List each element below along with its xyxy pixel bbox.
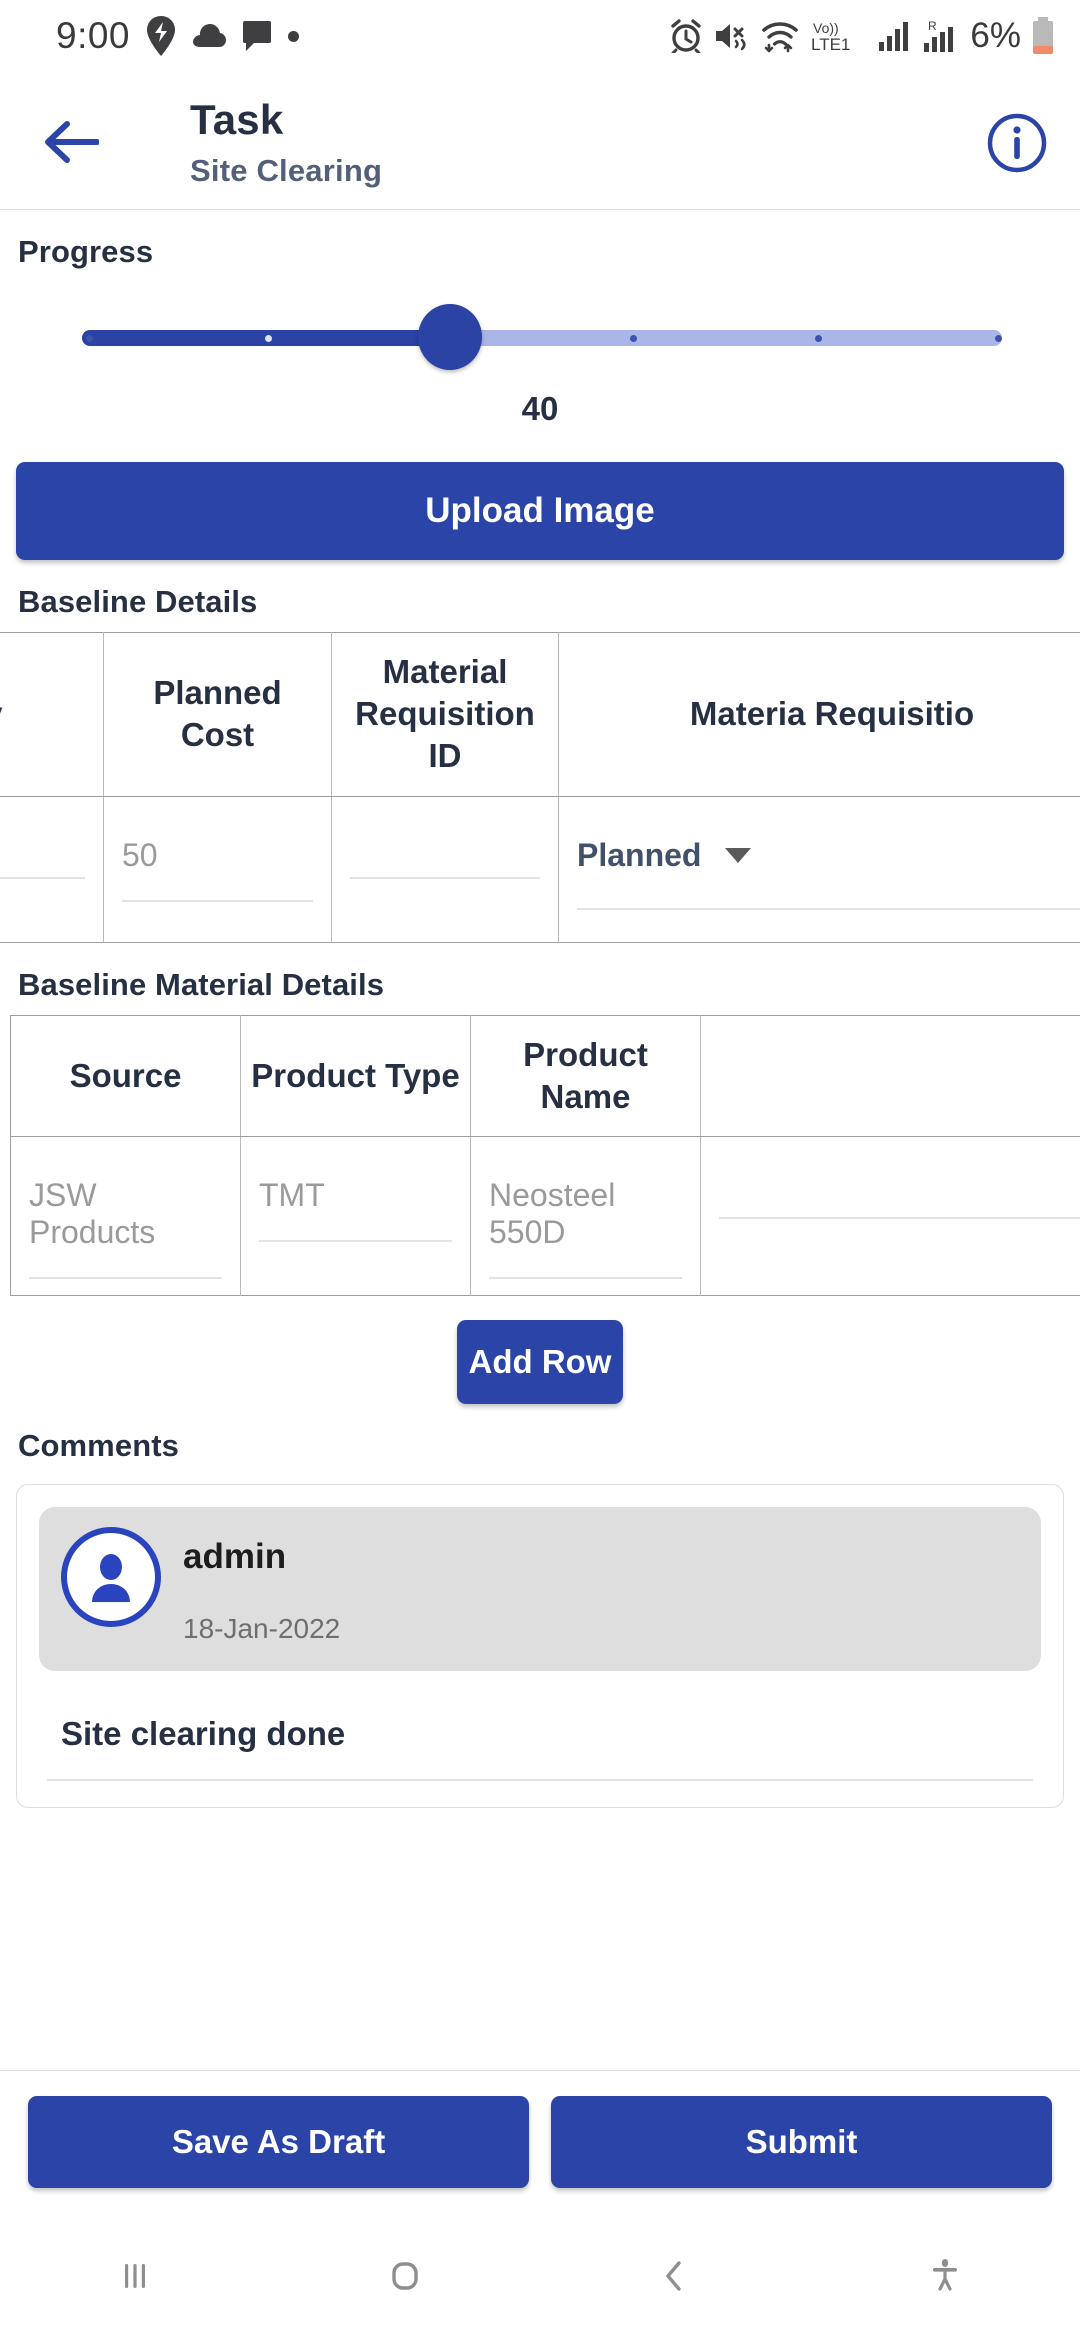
slider-tick-25 <box>265 335 272 342</box>
accessibility-icon <box>933 2259 957 2291</box>
cell-overflow[interactable] <box>700 1136 1080 1296</box>
cell-material-requisition-id[interactable] <box>331 796 559 943</box>
progress-section-label: Progress <box>18 234 154 269</box>
accessibility-button[interactable] <box>885 2231 1005 2321</box>
save-as-draft-button[interactable]: Save As Draft <box>28 2095 529 2188</box>
location-pin-icon <box>147 16 176 56</box>
recent-apps-button[interactable] <box>75 2231 195 2321</box>
comment-text-input[interactable]: Site clearing done <box>47 1671 1033 1782</box>
back-chevron-icon <box>666 2261 681 2291</box>
recent-apps-icon <box>125 2264 145 2288</box>
slider-tick-0 <box>86 335 93 342</box>
baseline-details-label: Baseline Details <box>18 584 258 619</box>
status-bar: 9:00 Vo)) LTE1 R 6% <box>0 0 1080 72</box>
battery-percent-label: 6% <box>970 16 1021 55</box>
slider-tick-75 <box>815 335 822 342</box>
column-header-product-type: Product Type <box>240 1015 471 1138</box>
cloud-icon <box>193 24 227 47</box>
table-header-row: Source Product Type Product Name <box>10 1015 1080 1138</box>
product-type-input[interactable]: TMT <box>259 1177 452 1243</box>
baseline-material-table-scroll[interactable]: Source Product Type Product Name JSW Pro… <box>0 1014 1080 1297</box>
volte-icon: Vo)) LTE1 <box>811 20 850 54</box>
submit-button[interactable]: Submit <box>551 2095 1052 2188</box>
home-icon <box>392 2262 418 2290</box>
chevron-down-icon <box>725 847 752 863</box>
column-header-material-requisition-id: Material Requisition ID <box>331 632 559 797</box>
wifi-icon <box>762 22 799 53</box>
cell-delay[interactable] <box>0 796 104 943</box>
info-circle-icon <box>987 113 1047 173</box>
header-text-block: Task Site Clearing <box>190 94 382 189</box>
svg-text:Vo)): Vo)) <box>813 20 839 36</box>
baseline-details-table-scroll[interactable]: lay Planned Cost Material Requisition ID… <box>0 632 1080 943</box>
baseline-material-table: Source Product Type Product Name JSW Pro… <box>10 1014 1080 1297</box>
home-button[interactable] <box>345 2231 465 2321</box>
comments-section-label: Comments <box>18 1428 179 1464</box>
product-name-input[interactable]: Neosteel 550D <box>489 1177 682 1280</box>
cell-source[interactable]: JSW Products <box>10 1136 241 1296</box>
scroll-content: Progress 40 Upload Image Baseline Detail… <box>0 210 1080 1809</box>
material-requisition-status-dropdown[interactable]: Planned <box>577 837 1080 910</box>
baseline-details-table: lay Planned Cost Material Requisition ID… <box>0 632 1080 943</box>
avatar <box>61 1527 161 1628</box>
chat-bubble-icon <box>243 21 272 51</box>
slider-tick-50 <box>630 335 637 342</box>
delay-input[interactable] <box>0 837 85 879</box>
page-title: Task <box>190 96 284 143</box>
planned-cost-input[interactable]: 50 <box>122 837 313 902</box>
table-row: JSW Products TMT Neosteel 550D <box>10 1136 1080 1296</box>
dot-icon <box>288 30 300 42</box>
svg-text:LTE1: LTE1 <box>811 35 850 54</box>
upload-image-button[interactable]: Upload Image <box>16 462 1064 560</box>
slider-thumb[interactable] <box>418 304 482 370</box>
comment-meta: admin 18-Jan-2022 <box>183 1527 340 1645</box>
cell-product-type[interactable]: TMT <box>240 1136 471 1296</box>
material-requisition-id-input[interactable] <box>350 837 540 879</box>
table-row: 50 Planned <box>0 796 1080 943</box>
source-input[interactable]: JSW Products <box>29 1177 222 1280</box>
app-header: Task Site Clearing <box>0 72 1080 210</box>
battery-icon <box>1033 17 1053 54</box>
table-header-row: lay Planned Cost Material Requisition ID… <box>0 632 1080 797</box>
comments-card: admin 18-Jan-2022 Site clearing done <box>16 1484 1064 1809</box>
bottom-action-bar: Save As Draft Submit <box>0 2070 1080 2212</box>
arrow-left-icon <box>45 121 99 163</box>
back-button-nav[interactable] <box>615 2231 735 2321</box>
status-bar-left: 9:00 <box>56 15 300 57</box>
dropdown-selected-value: Planned <box>577 836 702 873</box>
mute-vibrate-icon <box>716 24 746 51</box>
comment-header: admin 18-Jan-2022 <box>39 1507 1041 1672</box>
alarm-icon <box>671 19 702 53</box>
info-button[interactable] <box>986 112 1048 174</box>
page-subtitle: Site Clearing <box>190 152 383 188</box>
cell-product-name[interactable]: Neosteel 550D <box>470 1136 701 1296</box>
column-header-product-name: Product Name <box>470 1015 701 1138</box>
cell-material-requisition-status[interactable]: Planned <box>558 796 1080 943</box>
column-header-source: Source <box>10 1015 241 1138</box>
svg-text:R: R <box>928 19 937 33</box>
status-bar-clock: 9:00 <box>56 15 131 56</box>
roaming-signal-icon: R <box>924 19 954 52</box>
progress-slider[interactable] <box>0 282 1080 398</box>
column-header-delay: lay <box>0 632 104 797</box>
back-button[interactable] <box>42 116 100 168</box>
slider-tick-100 <box>995 335 1002 342</box>
column-header-material-requisition-status: Materia Requisitio <box>558 632 1080 797</box>
add-row-button[interactable]: Add Row <box>457 1320 623 1405</box>
person-avatar-icon <box>92 1554 130 1603</box>
system-nav-bar <box>0 2212 1080 2340</box>
comment-date: 18-Jan-2022 <box>183 1613 341 1645</box>
signal-bars-icon <box>879 22 909 51</box>
status-bar-right: Vo)) LTE1 R 6% <box>670 16 1054 56</box>
cell-planned-cost[interactable]: 50 <box>103 796 332 943</box>
column-header-planned-cost: Planned Cost <box>103 632 332 797</box>
app-screen: 9:00 Vo)) LTE1 R 6% Task Site Clearing P… <box>0 0 1080 2340</box>
overflow-input[interactable] <box>719 1177 1080 1220</box>
comment-author: admin <box>183 1537 287 1577</box>
column-header-overflow <box>700 1015 1080 1138</box>
baseline-material-details-label: Baseline Material Details <box>18 966 385 1002</box>
